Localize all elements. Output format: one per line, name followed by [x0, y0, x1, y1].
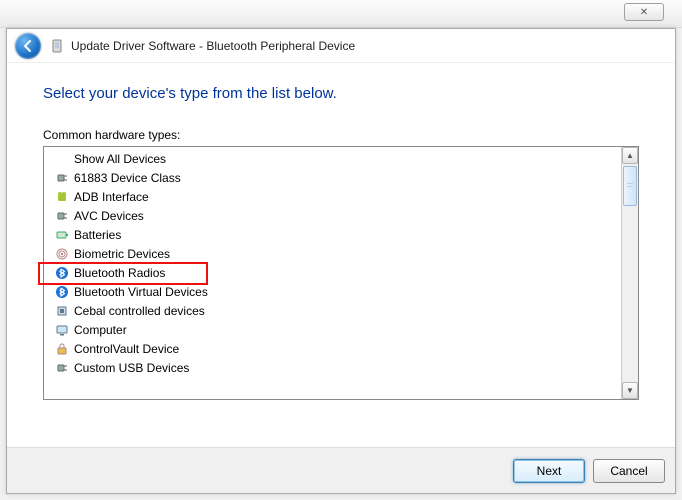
- device-icon: [54, 189, 70, 205]
- outer-titlebar: ✕: [0, 0, 682, 28]
- close-icon: ✕: [640, 7, 648, 18]
- list-item-label: Cebal controlled devices: [74, 304, 205, 318]
- list-item[interactable]: Batteries: [44, 225, 621, 244]
- hardware-type-list: Show All Devices 61883 Device Class ADB In…: [43, 146, 639, 400]
- chevron-up-icon: ▲: [626, 152, 634, 160]
- list-scrollbar: ▲ ▼: [621, 147, 638, 399]
- wizard-footer: Next Cancel: [7, 447, 675, 493]
- device-icon: [54, 265, 70, 281]
- list-item-label: ControlVault Device: [74, 342, 179, 356]
- chevron-down-icon: ▼: [626, 387, 634, 395]
- list-item[interactable]: ADB Interface: [44, 187, 621, 206]
- scroll-track[interactable]: [622, 164, 638, 382]
- device-icon: [49, 38, 65, 54]
- list-item[interactable]: Computer: [44, 320, 621, 339]
- scroll-up-button[interactable]: ▲: [622, 147, 638, 164]
- cancel-button-label: Cancel: [610, 464, 647, 478]
- scroll-thumb[interactable]: [623, 166, 637, 206]
- device-icon: [54, 208, 70, 224]
- list-item-label: ADB Interface: [74, 190, 149, 204]
- list-item-label: Biometric Devices: [74, 247, 170, 261]
- device-icon: [54, 322, 70, 338]
- list-item[interactable]: Biometric Devices: [44, 244, 621, 263]
- device-icon: [54, 170, 70, 186]
- device-icon: [54, 360, 70, 376]
- list-viewport: Show All Devices 61883 Device Class ADB In…: [44, 147, 621, 399]
- wizard-header: Update Driver Software - Bluetooth Perip…: [7, 29, 675, 63]
- list-item-label: Bluetooth Radios: [74, 266, 165, 280]
- list-item[interactable]: AVC Devices: [44, 206, 621, 225]
- list-item[interactable]: Show All Devices: [44, 149, 621, 168]
- device-icon: [54, 246, 70, 262]
- list-item[interactable]: Bluetooth Virtual Devices: [44, 282, 621, 301]
- list-label: Common hardware types:: [43, 128, 639, 142]
- device-icon: [54, 303, 70, 319]
- back-arrow-icon: [21, 39, 35, 53]
- device-icon: [54, 341, 70, 357]
- list-item-label: Batteries: [74, 228, 121, 242]
- list-item-label: Show All Devices: [74, 152, 166, 166]
- device-icon: [54, 284, 70, 300]
- list-item-label: AVC Devices: [74, 209, 144, 223]
- window-title: Update Driver Software - Bluetooth Perip…: [71, 39, 355, 53]
- list-item[interactable]: ControlVault Device: [44, 339, 621, 358]
- back-button[interactable]: [15, 33, 41, 59]
- instruction-text: Select your device's type from the list …: [43, 85, 639, 102]
- list-item[interactable]: Bluetooth Radios: [44, 263, 621, 282]
- list-item-label: Computer: [74, 323, 127, 337]
- wizard-body: Select your device's type from the list …: [7, 63, 675, 447]
- list-item[interactable]: Cebal controlled devices: [44, 301, 621, 320]
- list-item-label: Bluetooth Virtual Devices: [74, 285, 208, 299]
- list-item-label: Custom USB Devices: [74, 361, 189, 375]
- list-item[interactable]: Custom USB Devices: [44, 358, 621, 377]
- cancel-button[interactable]: Cancel: [593, 459, 665, 483]
- wizard-window: Update Driver Software - Bluetooth Perip…: [6, 28, 676, 494]
- next-button-label: Next: [537, 464, 562, 478]
- device-icon: [54, 227, 70, 243]
- next-button[interactable]: Next: [513, 459, 585, 483]
- outer-close-button[interactable]: ✕: [624, 3, 664, 21]
- list-item[interactable]: 61883 Device Class: [44, 168, 621, 187]
- scroll-down-button[interactable]: ▼: [622, 382, 638, 399]
- list-item-label: 61883 Device Class: [74, 171, 181, 185]
